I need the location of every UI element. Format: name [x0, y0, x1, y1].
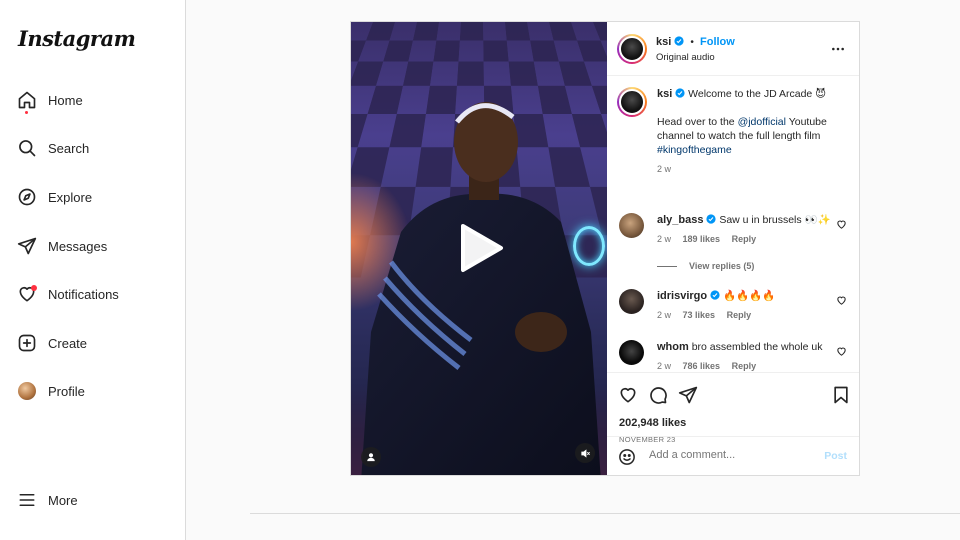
author-avatar[interactable]	[617, 87, 647, 117]
separator-dot: •	[690, 37, 694, 48]
sidebar-item-more[interactable]: More	[8, 480, 178, 520]
like-comment-icon[interactable]	[836, 346, 847, 357]
sidebar-item-label: Search	[48, 140, 90, 156]
sidebar-item-home[interactable]: Home	[8, 80, 178, 120]
comment-likes[interactable]: 73 likes	[683, 310, 716, 320]
commenter-avatar[interactable]	[619, 213, 644, 238]
comment-icon[interactable]	[648, 385, 668, 405]
user-icon	[367, 453, 375, 462]
tagged-users-button[interactable]	[361, 447, 381, 467]
comment-timestamp[interactable]: 2 w	[657, 234, 671, 244]
sidebar-item-label: Messages	[48, 238, 108, 254]
commenter-avatar[interactable]	[619, 289, 644, 314]
commenter-avatar[interactable]	[619, 340, 644, 365]
sidebar-item-messages[interactable]: Messages	[8, 226, 178, 266]
sidebar-item-profile[interactable]: Profile	[8, 371, 178, 411]
verified-badge-icon	[675, 88, 685, 98]
comment-likes[interactable]: 786 likes	[683, 361, 721, 371]
active-dot	[25, 111, 28, 114]
sidebar-item-notifications[interactable]: Notifications	[8, 274, 178, 314]
author-username[interactable]: ksi	[656, 36, 671, 48]
verified-badge-icon	[706, 214, 716, 224]
caption-body: Head over to the	[657, 116, 735, 128]
reply-button[interactable]: Reply	[732, 361, 757, 371]
comment-timestamp[interactable]: 2 w	[657, 310, 671, 320]
instagram-logo[interactable]: Instagram	[18, 26, 136, 51]
mention-link[interactable]: @jdofficial	[738, 116, 786, 128]
comment-text: Saw u in brussels 👀✨	[719, 214, 831, 226]
comment-text: 🔥🔥🔥🔥	[722, 290, 776, 302]
play-icon[interactable]	[457, 222, 505, 274]
sidebar-item-create[interactable]: Create	[8, 323, 178, 363]
emoji-icon[interactable]	[618, 448, 636, 466]
comment-item: idrisvirgo 🔥🔥🔥🔥 2 w 73 likes Reply	[619, 289, 851, 329]
sidebar: Instagram Home Search Explore Messages N…	[0, 0, 186, 540]
search-icon	[8, 128, 46, 168]
view-replies-label: View replies (5)	[689, 261, 755, 271]
avatar	[18, 382, 36, 400]
author-avatar[interactable]	[617, 34, 647, 64]
sidebar-item-label: Profile	[48, 383, 85, 399]
post-details-panel: ksi • Follow Original audio ksi Welcome …	[607, 22, 859, 475]
hashtag-link[interactable]: #kingofthegame	[657, 144, 732, 156]
sidebar-item-label: Create	[48, 335, 88, 351]
sidebar-item-label: Home	[48, 92, 83, 108]
comment-username[interactable]: idrisvirgo	[657, 290, 707, 302]
sidebar-item-search[interactable]: Search	[8, 128, 178, 168]
sidebar-item-label: Notifications	[48, 286, 119, 302]
caption-username[interactable]: ksi	[657, 88, 672, 100]
post-header: ksi • Follow Original audio	[607, 22, 859, 76]
plus-square-icon	[8, 323, 46, 363]
comment-text: bro assembled the whole uk	[691, 341, 823, 353]
menu-icon	[8, 480, 46, 520]
sidebar-item-label: Explore	[48, 189, 93, 205]
mute-button[interactable]	[575, 443, 595, 463]
reply-button[interactable]: Reply	[732, 234, 757, 244]
comment-timestamp[interactable]: 2 w	[657, 361, 671, 371]
bookmark-icon[interactable]	[831, 385, 851, 405]
home-icon	[8, 80, 46, 120]
follow-button[interactable]: Follow	[700, 36, 735, 48]
notification-dot	[31, 285, 37, 291]
heart-icon	[8, 274, 46, 314]
sidebar-item-explore[interactable]: Explore	[8, 177, 178, 217]
comment-input[interactable]	[649, 449, 809, 461]
add-comment-bar: Post	[607, 436, 859, 475]
comments-list[interactable]: ksi Welcome to the JD Arcade 😈 Head over…	[607, 77, 859, 372]
post-actions: 202,948 likes	[607, 372, 859, 436]
verified-badge-icon	[674, 36, 684, 46]
comment-item: whom bro assembled the whole uk 2 w 786 …	[619, 340, 851, 372]
divider	[250, 513, 960, 514]
post-card: ksi • Follow Original audio ksi Welcome …	[350, 21, 860, 476]
caption: ksi Welcome to the JD Arcade 😈 Head over…	[617, 87, 851, 197]
post-video[interactable]	[351, 22, 607, 475]
more-options-icon[interactable]	[831, 42, 845, 56]
paper-plane-icon	[8, 226, 46, 266]
view-replies-button[interactable]: View replies (5)	[657, 259, 843, 273]
like-icon[interactable]	[618, 385, 638, 405]
compass-icon	[8, 177, 46, 217]
like-comment-icon[interactable]	[836, 295, 847, 306]
person-figure	[361, 102, 601, 475]
sidebar-item-label: More	[48, 492, 78, 508]
likes-count[interactable]: 202,948 likes	[619, 417, 686, 429]
comment-username[interactable]: aly_bass	[657, 214, 703, 226]
caption-timestamp[interactable]: 2 w	[657, 162, 843, 176]
verified-badge-icon	[710, 290, 720, 300]
like-comment-icon[interactable]	[836, 219, 847, 230]
comment-username[interactable]: whom	[657, 341, 689, 353]
caption-text: Welcome to the JD Arcade 😈	[688, 88, 827, 100]
comment-likes[interactable]: 189 likes	[683, 234, 721, 244]
reply-button[interactable]: Reply	[727, 310, 752, 320]
share-icon[interactable]	[678, 385, 698, 405]
post-comment-button[interactable]: Post	[824, 450, 847, 462]
comment-item: aly_bass Saw u in brussels 👀✨ 2 w 189 li…	[619, 213, 851, 278]
audio-label[interactable]: Original audio	[656, 52, 715, 63]
speaker-muted-icon	[580, 448, 590, 458]
